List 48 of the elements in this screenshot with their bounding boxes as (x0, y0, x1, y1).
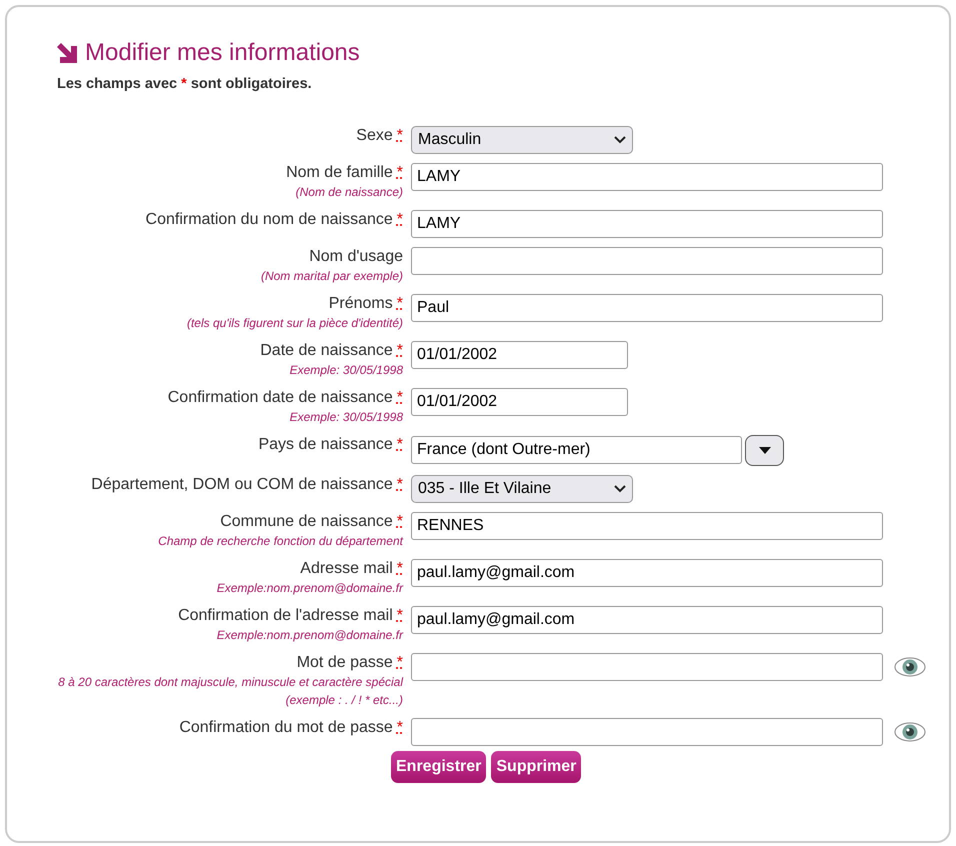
field-hint: (Nom de naissance) (294, 184, 403, 201)
input-field[interactable]: LAMY (411, 162, 883, 191)
chevron-icon (614, 484, 626, 493)
field-label: Mot de passe * (296, 652, 403, 673)
field-label: Nom de famille * (285, 162, 403, 183)
dropdown-button[interactable] (745, 434, 784, 466)
field-label: Confirmation date de naissance * (166, 388, 403, 408)
input-field[interactable]: Paul (411, 294, 883, 322)
field-label: Date de naissance * (259, 340, 403, 361)
form-button[interactable]: Supprimer (491, 750, 582, 783)
field-label: Confirmation du nom de naissance * (144, 210, 403, 230)
arrow-icon (57, 43, 77, 64)
field-label: Confirmation du mot de passe * (178, 718, 403, 738)
field-label: Commune de naissance * (219, 512, 403, 532)
field-hint: (Nom marital par exemple) (260, 268, 403, 285)
field-label: Sexe * (355, 126, 403, 146)
field-hint: 8 à 20 caractères dont majuscule, minuscule et caractère spécial (exemple : . / ! * etc...) (57, 674, 403, 709)
form-button[interactable]: Enregistrer (391, 750, 486, 783)
eye-icon[interactable] (894, 656, 926, 678)
input-field[interactable]: LAMY (411, 210, 883, 238)
input-field[interactable]: RENNES (411, 512, 883, 540)
field-hint: Exemple:nom.prenom@domaine.fr (216, 626, 403, 644)
field-hint: Exemple:nom.prenom@domaine.fr (216, 580, 403, 597)
chevron-icon (614, 136, 626, 144)
input-field[interactable]: France (dont Outre-mer) (411, 436, 742, 464)
input-field[interactable] (411, 718, 883, 746)
field-label: Prénoms * (328, 294, 403, 314)
input-field[interactable]: paul.lamy@gmail.com (411, 606, 883, 634)
field-label: Pays de naissance * (257, 434, 403, 455)
field-hint: Exemple: 30/05/1998 (288, 408, 403, 426)
caret-icon (758, 446, 770, 454)
input-field[interactable]: 01/01/2002 (411, 388, 628, 416)
field-hint: (tels qu'ils figurent sur la pièce d'identité) (186, 314, 403, 332)
input-field[interactable] (411, 246, 883, 275)
field-hint: Exemple: 30/05/1998 (288, 362, 403, 379)
required-notice: Les champs avec * sont obligatoires. (57, 74, 313, 94)
field-label: Département, DOM ou COM de naissance * (90, 474, 403, 495)
field-hint: Champ de recherche fonction du département (157, 532, 403, 550)
eye-icon[interactable] (894, 720, 926, 743)
input-field[interactable] (411, 652, 883, 681)
field-label: Nom d'usage (308, 246, 403, 267)
input-field[interactable]: paul.lamy@gmail.com (411, 558, 883, 587)
input-field[interactable]: 01/01/2002 (411, 340, 628, 369)
select-field[interactable]: Masculin (411, 126, 633, 154)
select-field[interactable]: 035 - Ille Et Vilaine (411, 474, 633, 503)
field-label: Adresse mail * (299, 558, 403, 579)
field-label: Confirmation de l'adresse mail * (177, 606, 403, 626)
page-title: Modifier mes informations (85, 39, 360, 68)
